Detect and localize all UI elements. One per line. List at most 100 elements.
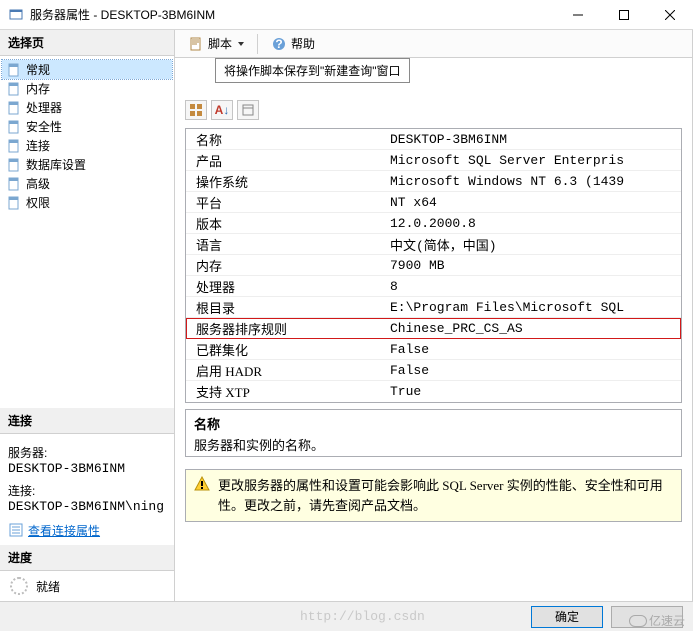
sidebar-item-3[interactable]: 安全性 (2, 117, 172, 136)
property-row[interactable]: 服务器排序规则Chinese_PRC_CS_AS (186, 318, 681, 339)
property-row[interactable]: 启用 HADRFalse (186, 360, 681, 381)
property-name: 根目录 (186, 298, 386, 317)
sidebar-item-label: 连接 (26, 137, 50, 154)
sidebar-item-label: 常规 (26, 61, 50, 78)
progress-spinner-icon (10, 577, 28, 595)
server-label: 服务器: (8, 444, 166, 461)
view-connection-properties-link[interactable]: 查看连接属性 (8, 522, 100, 539)
page-icon (6, 157, 22, 173)
property-value: 中文(简体，中国) (386, 235, 681, 254)
sidebar-item-label: 数据库设置 (26, 156, 86, 173)
brand-name: 亿速云 (649, 612, 685, 629)
properties-icon (8, 522, 24, 538)
script-label: 脚本 (208, 35, 232, 52)
cloud-icon (629, 615, 647, 627)
property-row[interactable]: 根目录E:\Program Files\Microsoft SQL (186, 297, 681, 318)
connection-header: 连接 (0, 408, 174, 434)
property-grid: 名称DESKTOP-3BM6INM产品Microsoft SQL Server … (185, 128, 682, 403)
maximize-button[interactable] (601, 0, 647, 29)
page-icon (6, 176, 22, 192)
property-value: 7900 MB (386, 258, 681, 273)
property-name: 操作系统 (186, 172, 386, 191)
page-icon (6, 195, 22, 211)
page-icon (6, 138, 22, 154)
script-tooltip: 将操作脚本保存到"新建查询"窗口 (215, 58, 410, 83)
property-row[interactable]: 平台NT x64 (186, 192, 681, 213)
page-tree: 常规内存处理器安全性连接数据库设置高级权限 (0, 56, 174, 216)
toolbar: 脚本 ? 帮助 将操作脚本保存到"新建查询"窗口 (175, 30, 692, 58)
app-icon (8, 7, 24, 23)
description-box: 名称 服务器和实例的名称。 (185, 409, 682, 457)
window-titlebar: 服务器属性 - DESKTOP-3BM6INM (0, 0, 693, 30)
property-name: 产品 (186, 151, 386, 170)
property-row[interactable]: 版本12.0.2000.8 (186, 213, 681, 234)
property-name: 内存 (186, 256, 386, 275)
left-pane: 选择页 常规内存处理器安全性连接数据库设置高级权限 连接 服务器: DESKTO… (0, 30, 175, 601)
property-pages-button[interactable] (237, 100, 259, 120)
sidebar-item-7[interactable]: 权限 (2, 193, 172, 212)
sidebar-item-6[interactable]: 高级 (2, 174, 172, 193)
sidebar-item-label: 内存 (26, 80, 50, 97)
categorized-button[interactable] (185, 100, 207, 120)
page-icon (6, 119, 22, 135)
close-button[interactable] (647, 0, 693, 29)
property-name: 处理器 (186, 277, 386, 296)
content-area: A↓ 名称DESKTOP-3BM6INM产品Microsoft SQL Serv… (175, 58, 692, 601)
sidebar-item-5[interactable]: 数据库设置 (2, 155, 172, 174)
warning-text: 更改服务器的属性和设置可能会影响此 SQL Server 实例的性能、安全性和可… (218, 476, 673, 515)
property-value: 8 (386, 279, 681, 294)
help-label: 帮助 (291, 35, 315, 52)
property-row[interactable]: 已群集化False (186, 339, 681, 360)
ok-button[interactable]: 确定 (531, 606, 603, 628)
property-value: Microsoft SQL Server Enterpris (386, 153, 681, 168)
sidebar-item-2[interactable]: 处理器 (2, 98, 172, 117)
alphabetical-button[interactable]: A↓ (211, 100, 233, 120)
warning-box: 更改服务器的属性和设置可能会影响此 SQL Server 实例的性能、安全性和可… (185, 469, 682, 522)
property-value: NT x64 (386, 195, 681, 210)
description-text: 服务器和实例的名称。 (194, 435, 673, 454)
property-name: 服务器排序规则 (186, 319, 386, 338)
sidebar-item-label: 权限 (26, 194, 50, 211)
connection-value: DESKTOP-3BM6INM\ning (8, 499, 166, 514)
sidebar-item-1[interactable]: 内存 (2, 79, 172, 98)
script-icon (188, 36, 204, 52)
server-value: DESKTOP-3BM6INM (8, 461, 166, 476)
sidebar-item-4[interactable]: 连接 (2, 136, 172, 155)
property-name: 版本 (186, 214, 386, 233)
property-row[interactable]: 操作系统Microsoft Windows NT 6.3 (1439 (186, 171, 681, 192)
page-icon (6, 81, 22, 97)
sidebar-item-label: 处理器 (26, 99, 62, 116)
property-value: Chinese_PRC_CS_AS (386, 321, 681, 336)
brand-watermark: 亿速云 (629, 612, 685, 629)
sidebar-item-label: 高级 (26, 175, 50, 192)
property-row[interactable]: 支持 XTPTrue (186, 381, 681, 402)
property-value: DESKTOP-3BM6INM (386, 132, 681, 147)
property-grid-toolbar: A↓ (185, 100, 682, 120)
property-row[interactable]: 处理器8 (186, 276, 681, 297)
script-button[interactable]: 脚本 (181, 32, 251, 55)
ok-label: 确定 (555, 608, 579, 625)
property-row[interactable]: 内存7900 MB (186, 255, 681, 276)
property-row[interactable]: 名称DESKTOP-3BM6INM (186, 129, 681, 150)
progress-header: 进度 (0, 545, 174, 571)
property-value: True (386, 384, 681, 399)
property-row[interactable]: 语言中文(简体，中国) (186, 234, 681, 255)
page-icon (6, 62, 22, 78)
watermark-url: http://blog.csdn (300, 609, 425, 624)
help-icon: ? (271, 36, 287, 52)
property-name: 语言 (186, 235, 386, 254)
help-button[interactable]: ? 帮助 (264, 32, 322, 55)
progress-block: 就绪 (0, 571, 174, 601)
description-title: 名称 (194, 414, 673, 433)
property-value: E:\Program Files\Microsoft SQL (386, 300, 681, 315)
property-row[interactable]: 产品Microsoft SQL Server Enterpris (186, 150, 681, 171)
connection-label: 连接: (8, 482, 166, 499)
dialog-footer: http://blog.csdn 确定 亿速云 (0, 601, 693, 631)
minimize-button[interactable] (555, 0, 601, 29)
warning-icon (194, 476, 210, 492)
select-page-header: 选择页 (0, 30, 174, 56)
property-value: Microsoft Windows NT 6.3 (1439 (386, 174, 681, 189)
progress-status: 就绪 (36, 578, 60, 595)
property-value: False (386, 342, 681, 357)
sidebar-item-0[interactable]: 常规 (2, 60, 172, 79)
